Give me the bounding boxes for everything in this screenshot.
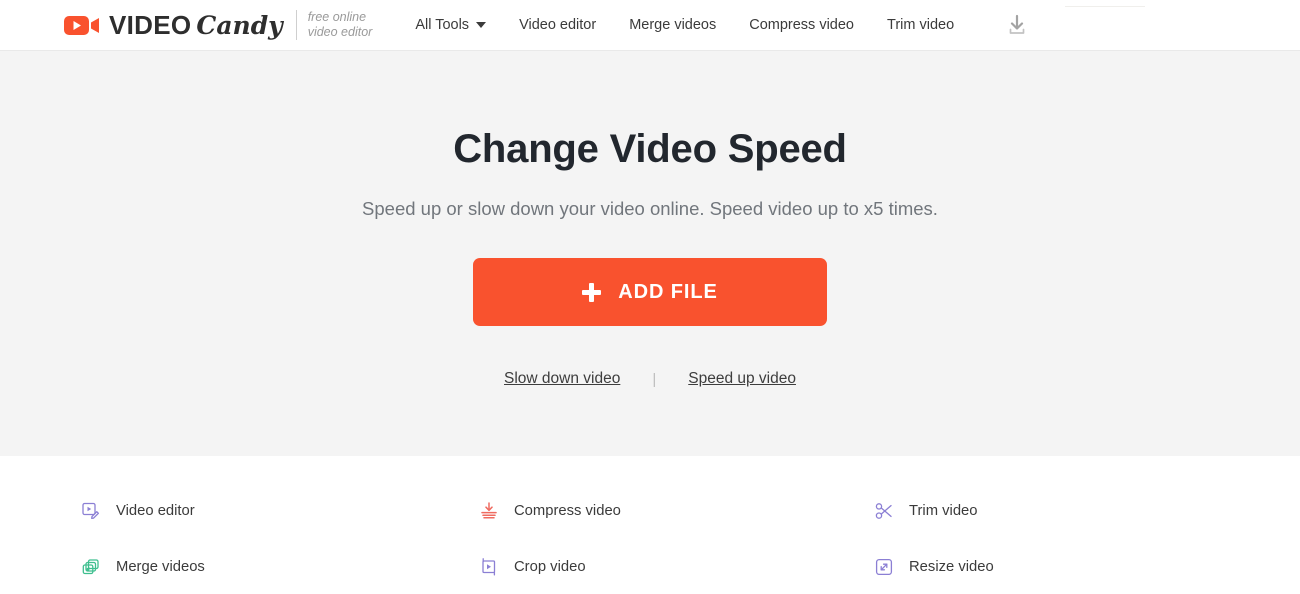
nav-item-trim-video[interactable]: Trim video [887, 17, 954, 33]
merge-icon [82, 559, 99, 575]
resize-icon [875, 558, 893, 576]
nav-item-merge-videos[interactable]: Merge videos [629, 17, 716, 33]
video-edit-icon [82, 502, 100, 520]
main-nav: All Tools Video editor Merge videos Comp… [415, 14, 1028, 36]
download-icon[interactable] [1006, 14, 1028, 36]
logo-tagline: free online video editor [308, 10, 373, 40]
tool-compress-video[interactable]: Compress video [480, 502, 875, 520]
slow-down-video-link[interactable]: Slow down video [504, 370, 620, 388]
link-separator: | [652, 370, 657, 388]
page-subtitle: Speed up or slow down your video online.… [362, 198, 938, 219]
speed-up-video-link[interactable]: Speed up video [688, 370, 796, 388]
tool-label: Merge videos [116, 559, 205, 575]
tool-merge-videos[interactable]: Merge videos [82, 558, 480, 576]
tools-grid: Video editor Compress video Trim video M… [82, 502, 1300, 594]
tool-resize-video[interactable]: Resize video [875, 558, 1300, 576]
tool-label: Trim video [909, 503, 978, 519]
tool-crop-video[interactable]: Crop video [480, 558, 875, 576]
hero-sub-links: Slow down video | Speed up video [0, 370, 1300, 388]
tool-trim-video[interactable]: Trim video [875, 502, 1300, 520]
tool-label: Video editor [116, 503, 195, 519]
tool-label: Compress video [514, 503, 621, 519]
nav-item-label: All Tools [415, 17, 470, 33]
crop-icon [482, 558, 496, 576]
tool-label: Resize video [909, 559, 994, 575]
scissors-icon [875, 503, 892, 519]
hero-section: Change Video Speed Speed up or slow down… [0, 51, 1300, 456]
site-header: VIDEO Candy free online video editor All… [0, 0, 1300, 51]
tool-video-editor[interactable]: Video editor [82, 502, 480, 520]
plus-icon [582, 282, 602, 302]
page-title: Change Video Speed [453, 127, 847, 171]
nav-item-all-tools[interactable]: All Tools [415, 17, 487, 33]
nav-item-compress-video[interactable]: Compress video [749, 17, 854, 33]
logo[interactable]: VIDEO Candy free online video editor [64, 10, 372, 40]
tool-label: Crop video [514, 559, 586, 575]
chevron-down-icon [476, 22, 487, 28]
logo-script: Candy [196, 10, 283, 40]
tagline-line-2: video editor [307, 25, 373, 39]
logo-divider [295, 10, 297, 40]
logo-word: VIDEO [109, 10, 192, 40]
add-file-button-label: ADD FILE [618, 280, 718, 303]
tagline-line-1: free online [307, 10, 367, 24]
header-ghost-line [1065, 6, 1145, 7]
nav-item-video-editor[interactable]: Video editor [519, 17, 596, 33]
tools-section: Video editor Compress video Trim video M… [0, 456, 1300, 594]
add-file-button[interactable]: ADD FILE [473, 258, 827, 326]
video-camera-icon [64, 15, 99, 35]
compress-icon [481, 502, 497, 519]
